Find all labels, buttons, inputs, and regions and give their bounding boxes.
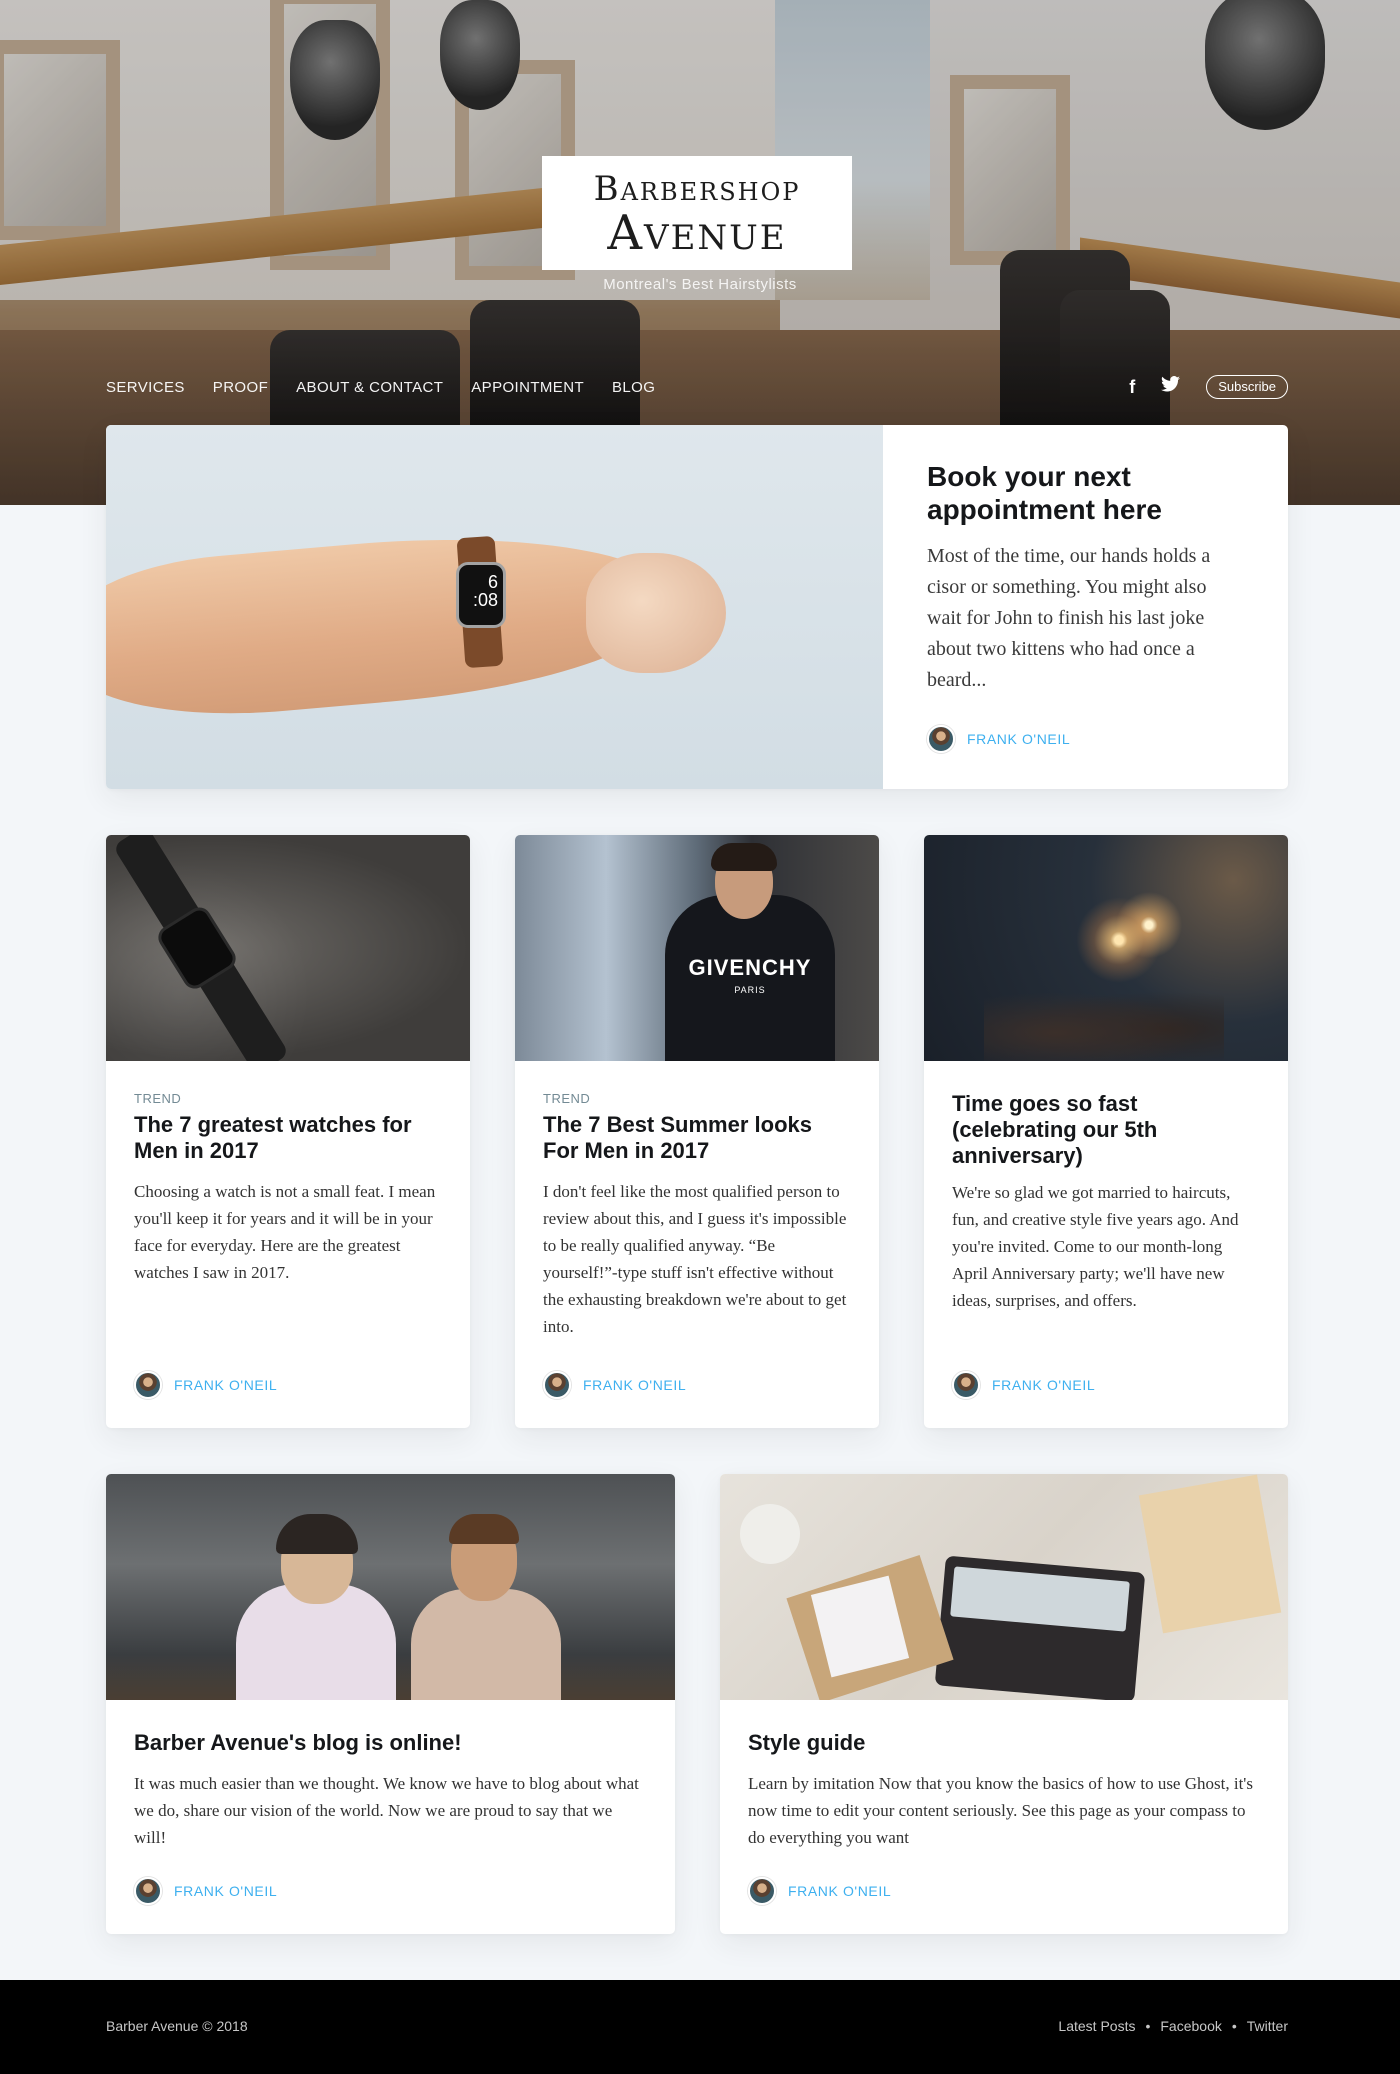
facebook-icon[interactable]: f [1129,376,1135,398]
avatar [927,725,955,753]
featured-post-body: Book your next appointment here Most of … [883,425,1288,789]
logo-line-1: Barbershop [593,169,801,209]
footer-separator: • [1231,2018,1237,2034]
post-author[interactable]: FRANK O'NEIL [748,1877,891,1905]
post-author[interactable]: FRANK O'NEIL [134,1371,277,1399]
post-excerpt: Learn by imitation Now that you know the… [748,1774,1253,1847]
site-logo[interactable]: Barbershop Avenue [542,156,852,270]
footer-link-twitter[interactable]: Twitter [1247,2018,1288,2034]
main-nav: SERVICES PROOF ABOUT & CONTACT APPOINTME… [106,377,683,399]
author-name: FRANK O'NEIL [174,1377,278,1393]
featured-post-image[interactable]: 6 :08 [106,425,883,789]
shirt-print: GIVENCHY [688,955,812,980]
nav-item-about-contact[interactable]: ABOUT & CONTACT [296,377,443,399]
author-name: FRANK O'NEIL [967,731,1071,747]
post-title[interactable]: The 7 Best Summer looks For Men in 2017 [543,1112,851,1164]
post-excerpt: Choosing a watch is not a small feat. I … [134,1182,436,1282]
author-name: FRANK O'NEIL [583,1377,687,1393]
twitter-icon[interactable] [1161,376,1181,398]
post-excerpt: We're so glad we got married to haircuts… [952,1183,1239,1310]
footer-copyright: Barber Avenue © 2018 [106,2018,248,2034]
post-title[interactable]: Barber Avenue's blog is online! [134,1730,647,1756]
logo-line-2: Avenue [607,205,787,261]
post-excerpt: It was much easier than we thought. We k… [134,1774,639,1847]
site-footer: Barber Avenue © 2018 Latest Posts • Face… [0,1980,1400,2074]
nav-item-appointment[interactable]: APPOINTMENT [471,377,584,399]
avatar [748,1877,776,1905]
footer-links: Latest Posts • Facebook • Twitter [1058,2018,1288,2034]
footer-link-facebook[interactable]: Facebook [1160,2018,1221,2034]
nav-item-blog[interactable]: BLOG [612,377,655,399]
post-image[interactable] [106,1474,675,1700]
post-title[interactable]: Time goes so fast (celebrating our 5th a… [952,1091,1260,1169]
post-image[interactable]: GIVENCHY PARIS [515,835,879,1061]
post-image[interactable] [106,835,470,1061]
avatar [952,1371,980,1399]
post-author[interactable]: FRANK O'NEIL [543,1371,686,1399]
post-image[interactable] [924,835,1288,1061]
post-author[interactable]: FRANK O'NEIL [952,1371,1095,1399]
nav-item-services[interactable]: SERVICES [106,377,185,399]
post-title[interactable]: The 7 greatest watches for Men in 2017 [134,1112,442,1164]
post-excerpt: I don't feel like the most qualified per… [543,1182,847,1336]
featured-post-card[interactable]: 6 :08 Book your next appointment here Mo… [106,425,1288,789]
avatar [134,1877,162,1905]
site-tagline: Montreal's Best Hairstylists [603,276,797,293]
avatar [543,1371,571,1399]
post-title[interactable]: Style guide [748,1730,1260,1756]
footer-link-latest-posts[interactable]: Latest Posts [1058,2018,1135,2034]
post-card[interactable]: TREND The 7 greatest watches for Men in … [106,835,470,1428]
avatar [134,1371,162,1399]
featured-post-excerpt: Most of the time, our hands holds a ciso… [927,545,1211,691]
post-tag[interactable]: TREND [134,1091,442,1106]
author-name: FRANK O'NEIL [992,1377,1096,1393]
post-tag[interactable]: TREND [543,1091,851,1106]
post-card[interactable]: Style guide Learn by imitation Now that … [720,1474,1288,1934]
author-name: FRANK O'NEIL [174,1883,278,1899]
post-card[interactable]: Time goes so fast (celebrating our 5th a… [924,835,1288,1428]
subscribe-button[interactable]: Subscribe [1206,375,1288,399]
post-author[interactable]: FRANK O'NEIL [134,1877,277,1905]
nav-item-proof[interactable]: PROOF [213,377,268,399]
post-card[interactable]: GIVENCHY PARIS TREND The 7 Best Summer l… [515,835,879,1428]
social-links: f Subscribe [1129,375,1288,399]
footer-separator: • [1145,2018,1151,2034]
featured-post-title[interactable]: Book your next appointment here [927,460,1244,526]
post-image[interactable] [720,1474,1288,1700]
watch-display: 6 :08 [456,562,506,628]
post-card[interactable]: Barber Avenue's blog is online! It was m… [106,1474,675,1934]
post-author[interactable]: FRANK O'NEIL [927,725,1070,753]
author-name: FRANK O'NEIL [788,1883,892,1899]
